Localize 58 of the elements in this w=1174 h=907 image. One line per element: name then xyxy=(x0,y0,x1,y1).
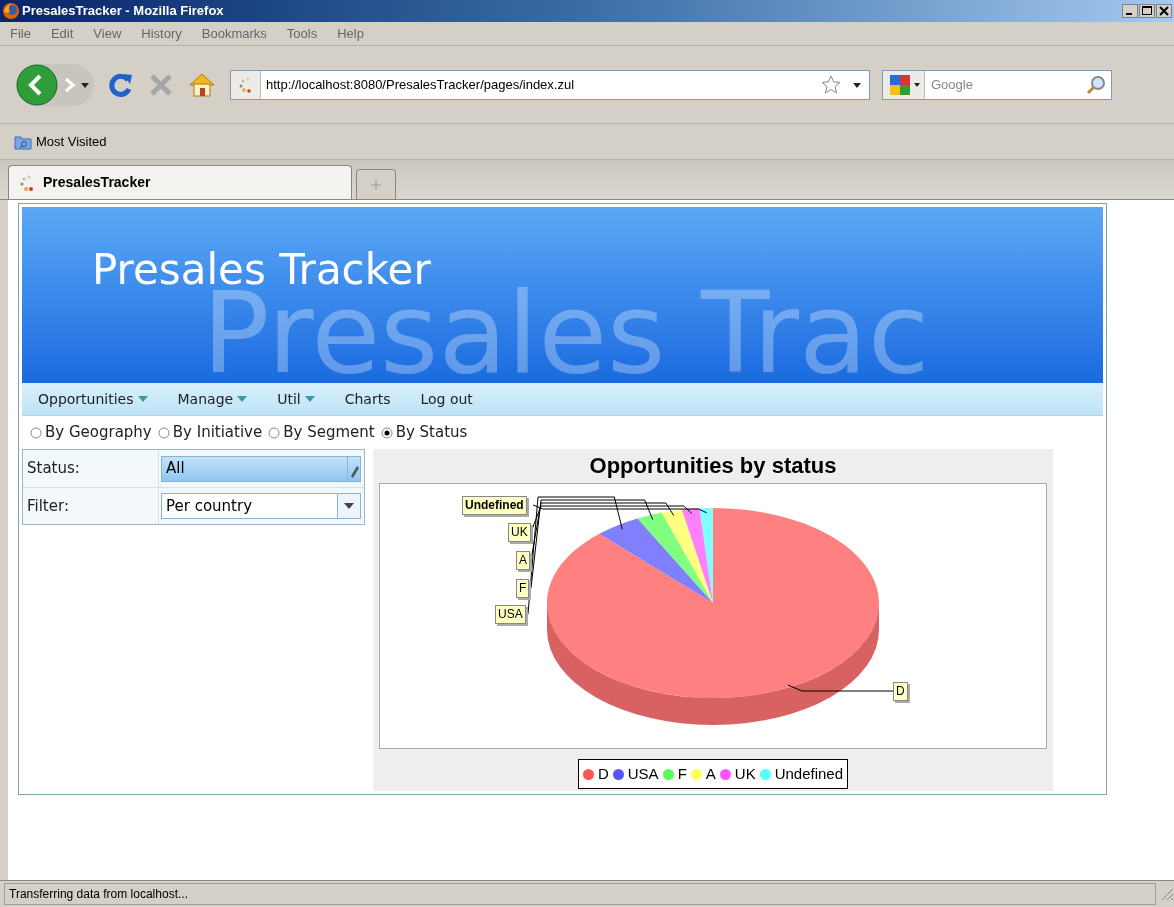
radio-option[interactable]: By Initiative xyxy=(157,421,263,444)
back-icon[interactable] xyxy=(16,63,58,106)
menu-item[interactable]: Help xyxy=(337,23,364,44)
combo-box[interactable]: All xyxy=(161,455,361,482)
menu-item[interactable]: File xyxy=(10,23,31,44)
slice-label: Undefined xyxy=(462,496,527,515)
reload-icon[interactable] xyxy=(108,71,134,98)
search-field[interactable]: Google xyxy=(882,69,1112,100)
slice-label: UK xyxy=(508,523,531,542)
radio-option[interactable]: By Geography xyxy=(30,421,152,444)
menu-item[interactable]: View xyxy=(93,23,122,44)
radio-button[interactable] xyxy=(30,426,42,439)
legend-label: USA xyxy=(627,763,659,784)
browser-tab[interactable]: PresalesTracker xyxy=(8,165,352,199)
maximize-icon[interactable] xyxy=(1139,4,1155,18)
menu-item[interactable]: History xyxy=(141,23,182,44)
slice-label: F xyxy=(516,579,530,598)
slice-label: USA xyxy=(495,605,526,624)
legend-label: F xyxy=(677,763,687,784)
select-box[interactable]: Per country xyxy=(161,493,361,519)
search-icon[interactable] xyxy=(1086,74,1106,95)
window-title: PresalesTracker - Mozilla Firefox xyxy=(22,2,224,21)
menu-item[interactable]: Tools xyxy=(286,23,318,44)
menu-item[interactable]: Log out xyxy=(420,388,479,410)
field-label: Status: xyxy=(23,450,159,487)
radio-button[interactable] xyxy=(157,426,170,439)
menu-item[interactable]: Charts xyxy=(344,388,397,410)
menu-item[interactable]: Edit xyxy=(50,23,74,44)
chart-title: Opportunities by status xyxy=(589,453,837,479)
radio-button[interactable] xyxy=(268,426,281,439)
legend-label: UK xyxy=(734,763,756,784)
search-engine-icon[interactable] xyxy=(887,73,912,96)
dropdown-icon[interactable] xyxy=(344,502,354,510)
address-bar[interactable]: http://localhost:8080/PresalesTracker/pages/index.zul xyxy=(230,69,870,100)
bookmark-item[interactable]: Most Visited xyxy=(14,131,107,152)
status-text: Transferring data from localhost... xyxy=(4,883,1156,905)
menu-item[interactable]: Manage xyxy=(177,388,254,410)
menu-item[interactable]: Opportunities xyxy=(38,388,154,410)
radio-option[interactable]: By Status xyxy=(380,421,468,444)
field-label: Filter: xyxy=(23,488,159,524)
firefox-logo-icon xyxy=(2,2,20,20)
home-icon[interactable] xyxy=(188,71,216,98)
slice-label: A xyxy=(516,551,530,570)
menu-item[interactable]: Bookmarks xyxy=(201,23,267,44)
legend-label: D xyxy=(597,763,609,784)
plus-icon xyxy=(371,179,381,190)
radio-button[interactable] xyxy=(380,426,393,439)
slice-label: D xyxy=(893,682,908,701)
radio-option[interactable]: By Segment xyxy=(268,421,375,444)
close-icon[interactable] xyxy=(1156,4,1172,18)
resize-grip-icon[interactable] xyxy=(1160,887,1174,901)
site-icon xyxy=(237,76,254,93)
folder-icon xyxy=(14,133,32,150)
minimize-icon[interactable] xyxy=(1122,4,1138,18)
legend-label: Undefined xyxy=(774,763,844,784)
legend-label: A xyxy=(705,763,716,784)
star-icon[interactable] xyxy=(821,74,841,95)
menu-item[interactable]: Util xyxy=(277,388,321,410)
